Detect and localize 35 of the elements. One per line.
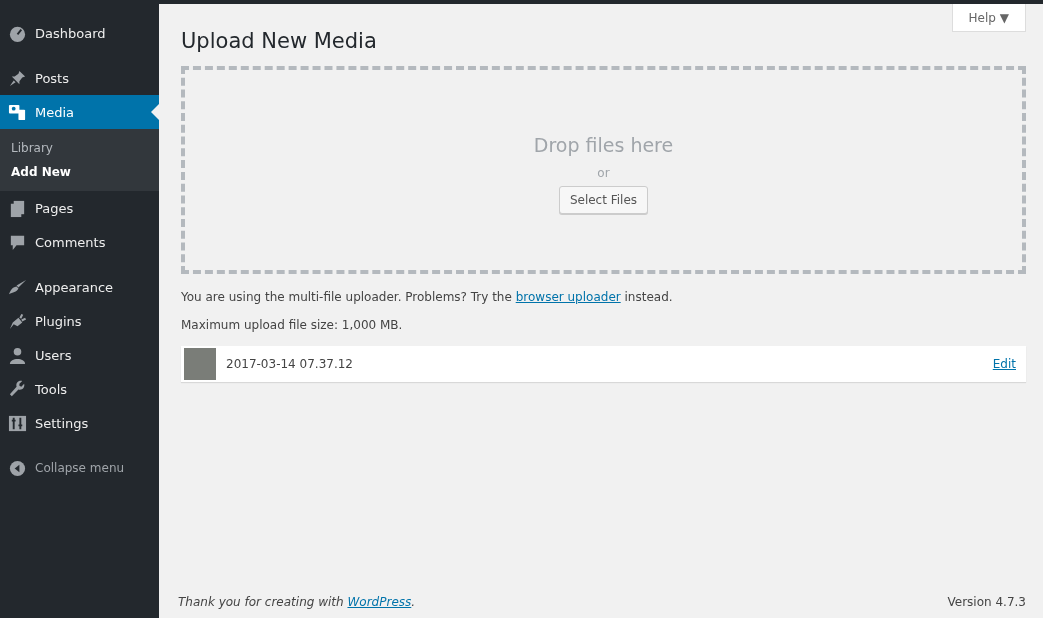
submenu-item[interactable]: Library <box>0 136 159 160</box>
collapse-menu-button[interactable]: Collapse menu <box>0 451 159 485</box>
menu-item[interactable]: Dashboard <box>0 16 159 50</box>
menu-item[interactable]: Posts <box>0 61 159 95</box>
sliders-icon <box>8 413 27 433</box>
pin-icon <box>8 68 27 88</box>
photo-placeholder <box>184 348 216 380</box>
menu-item[interactable]: Tools <box>0 372 159 406</box>
menu-item[interactable]: Appearance <box>0 270 159 304</box>
menu-item[interactable]: Users <box>0 338 159 372</box>
menu-item[interactable]: Settings <box>0 406 159 440</box>
menu-item[interactable]: Plugins <box>0 304 159 338</box>
drop-heading: Drop files here <box>533 134 674 156</box>
max-size-text: Maximum upload file size: 1,000 MB. <box>181 318 404 332</box>
menu-item[interactable]: Pages <box>0 191 159 225</box>
left-arrow-circle-icon <box>8 458 27 478</box>
menu-item[interactable]: Comments <box>0 225 159 259</box>
submenu-item[interactable]: Add New <box>0 160 159 184</box>
media-icon <box>8 102 27 122</box>
version-text: Version 4.7.3 <box>947 595 1026 609</box>
or-text: or <box>597 166 610 180</box>
wrench-icon <box>8 379 27 399</box>
page-title: Upload New Media <box>181 29 378 53</box>
footer-thanks: Thank you for creating with WordPress. <box>178 595 416 609</box>
menu-item[interactable]: Media <box>0 95 159 129</box>
pages-icon <box>8 198 27 218</box>
browser-uploader-link[interactable]: browser uploader <box>515 290 621 304</box>
edit-link[interactable]: Edit <box>992 357 1016 371</box>
select-files-button[interactable]: Select Files <box>558 186 649 214</box>
help-tab-button[interactable]: Help ▼ <box>951 4 1026 32</box>
pointer-arrow-icon <box>151 104 159 120</box>
drop-zone[interactable]: Drop files here or Select Files <box>181 66 1026 274</box>
file-name: 2017-03-14 07.37.12 <box>226 357 354 371</box>
user-icon <box>8 345 27 365</box>
uploader-note: You are using the multi-file uploader. Problems? Try the browser uploader instead. <box>181 290 674 304</box>
